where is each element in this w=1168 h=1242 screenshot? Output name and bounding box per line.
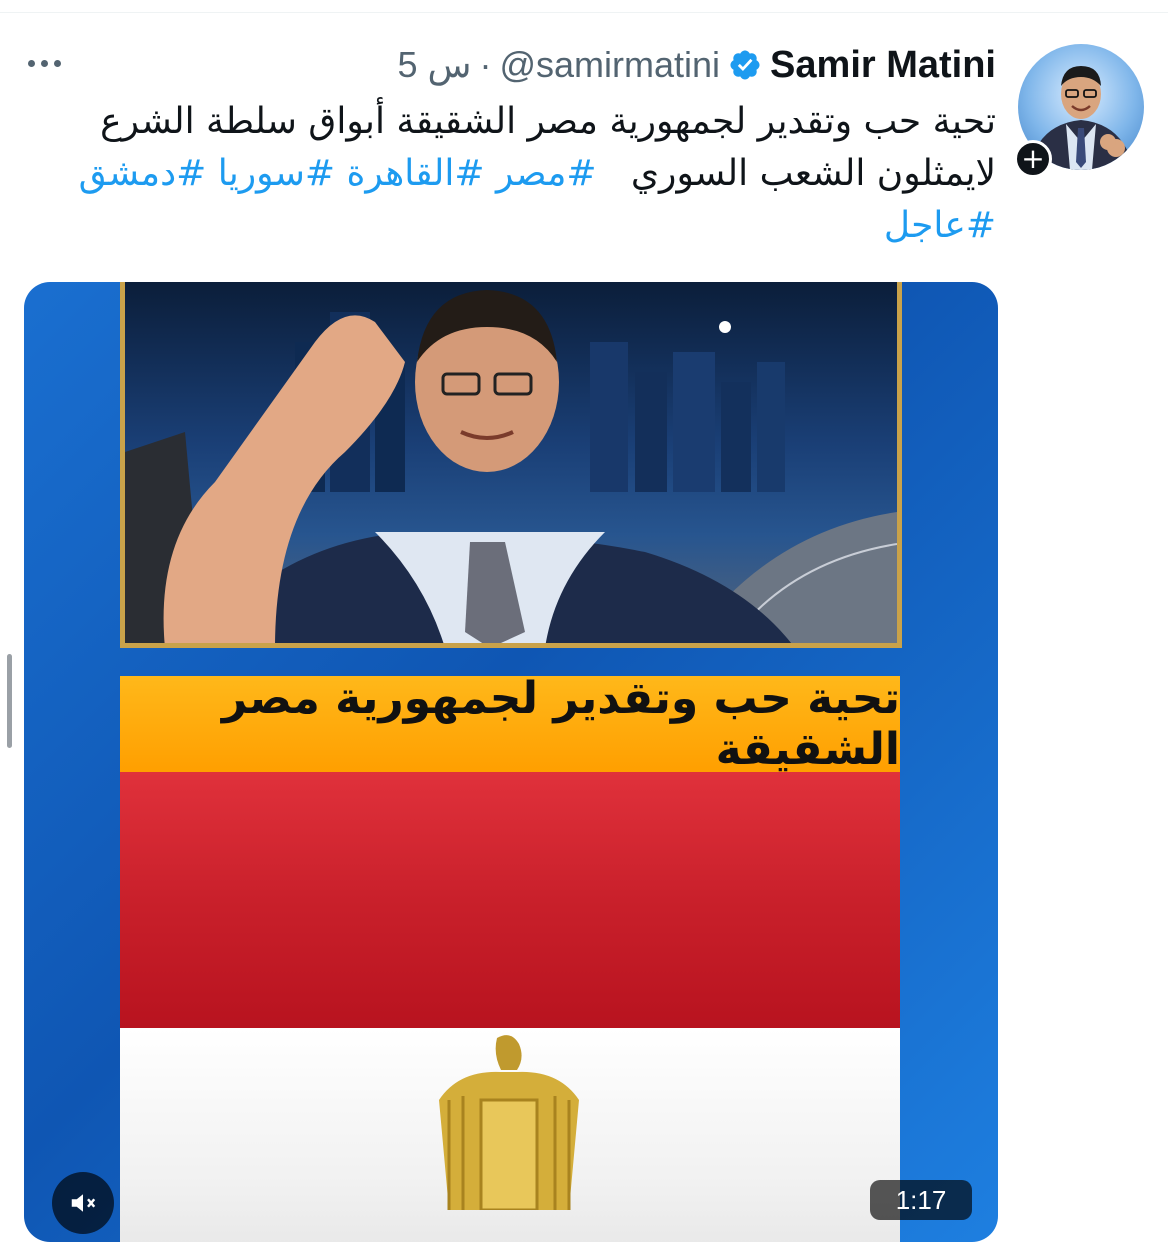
video-player[interactable]: تحية حب وتقدير لجمهورية مصر الشقيقة 1:17 <box>24 282 998 1242</box>
video-banner: تحية حب وتقدير لجمهورية مصر الشقيقة <box>120 673 900 775</box>
verified-badge-icon <box>730 50 760 80</box>
tweet-text: تحية حب وتقدير لجمهورية مصر الشقيقة أبوا… <box>16 96 996 252</box>
hashtag-link[interactable]: #سوريا <box>218 153 335 194</box>
top-divider <box>0 12 1168 13</box>
video-thumbnail <box>120 282 902 648</box>
hashtag-link[interactable]: #القاهرة <box>347 153 485 194</box>
tweet-text-line: تحية حب وتقدير لجمهورية مصر الشقيقة أبوا… <box>100 101 996 142</box>
banner-text: تحية حب وتقدير لجمهورية مصر الشقيقة <box>221 673 900 775</box>
tweet-time[interactable]: 5 س <box>397 44 471 86</box>
eagle-of-saladin-icon <box>439 1035 579 1210</box>
plus-icon: + <box>1021 142 1045 175</box>
tweet-text-line: لايمثلون الشعب السوري #مصر #القاهرة #سور… <box>16 148 996 200</box>
video-duration: 1:17 <box>870 1180 972 1220</box>
more-options-button[interactable] <box>28 52 72 74</box>
tweet-text-plain: لايمثلون الشعب السوري <box>630 153 996 194</box>
header-separator: · <box>479 44 492 85</box>
hashtag-link[interactable]: #مصر <box>496 153 597 194</box>
follow-plus-button[interactable]: + <box>1014 140 1052 178</box>
more-dots-icon <box>28 59 35 67</box>
author-name[interactable]: Samir Matini <box>770 44 996 87</box>
scrollbar[interactable] <box>7 654 12 748</box>
hashtag-link[interactable]: #عاجل <box>884 205 996 246</box>
mute-button[interactable] <box>52 1172 114 1234</box>
speaker-scene <box>125 290 897 643</box>
hashtag-link[interactable]: #دمشق <box>79 153 207 194</box>
author-handle[interactable]: @samirmatini <box>499 44 720 86</box>
flag-red-stripe <box>120 772 900 1028</box>
tweet-header: 5 س · @samirmatini Samir Matini <box>397 40 996 90</box>
speaker-muted-icon <box>71 1194 96 1212</box>
tweet-text-line: #عاجل <box>16 200 996 252</box>
